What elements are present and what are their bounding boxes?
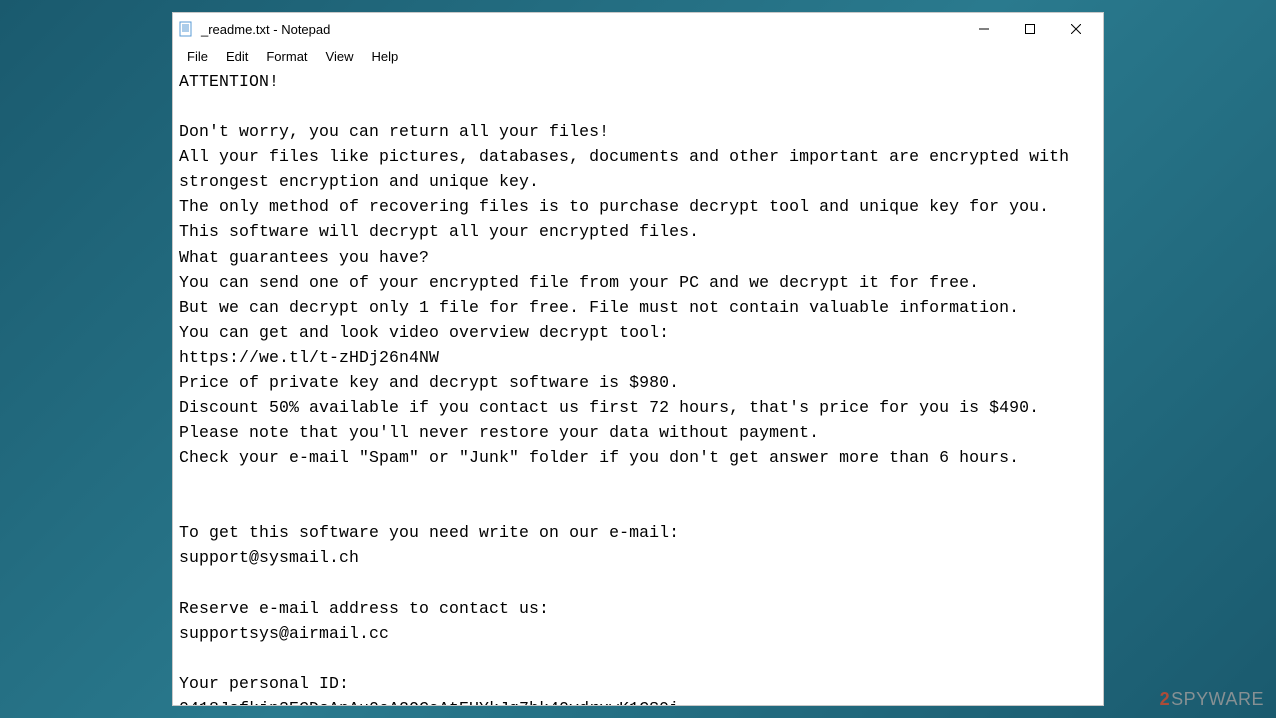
menu-view[interactable]: View <box>318 47 362 66</box>
titlebar[interactable]: _readme.txt - Notepad <box>173 13 1103 45</box>
notepad-icon <box>177 20 195 38</box>
maximize-icon <box>1025 24 1035 34</box>
close-icon <box>1071 24 1081 34</box>
close-button[interactable] <box>1053 14 1099 44</box>
minimize-icon <box>979 24 989 34</box>
menu-edit[interactable]: Edit <box>218 47 256 66</box>
watermark-text: SPYWARE <box>1171 689 1264 710</box>
window-title: _readme.txt - Notepad <box>201 22 961 37</box>
text-content[interactable]: ATTENTION! Don't worry, you can return a… <box>173 67 1103 705</box>
minimize-button[interactable] <box>961 14 1007 44</box>
watermark-prefix: 2 <box>1160 689 1171 710</box>
menu-format[interactable]: Format <box>258 47 315 66</box>
menu-help[interactable]: Help <box>363 47 406 66</box>
menu-file[interactable]: File <box>179 47 216 66</box>
menubar: File Edit Format View Help <box>173 45 1103 67</box>
window-controls <box>961 14 1099 44</box>
watermark: 2SPYWARE <box>1160 689 1264 710</box>
notepad-window: _readme.txt - Notepad File Edit Format V… <box>172 12 1104 706</box>
maximize-button[interactable] <box>1007 14 1053 44</box>
